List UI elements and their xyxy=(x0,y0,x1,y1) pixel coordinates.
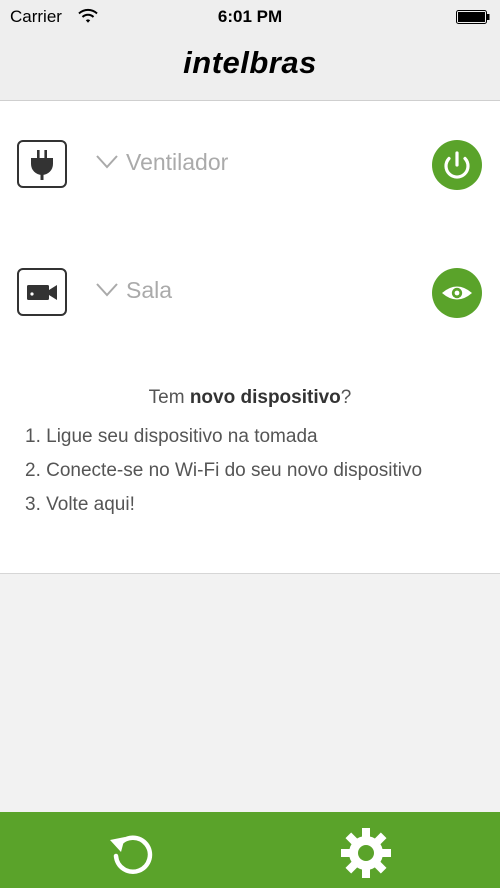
headline-bold: novo dispositivo xyxy=(189,387,341,408)
headline-prefix: Tem xyxy=(148,387,190,408)
battery-icon xyxy=(456,9,490,24)
device-row-ventilador[interactable]: Ventilador xyxy=(0,101,500,230)
power-button[interactable] xyxy=(432,140,482,190)
clock: 6:01 PM xyxy=(217,7,283,26)
power-icon xyxy=(444,151,470,179)
chevron-down-icon[interactable] xyxy=(96,155,118,174)
step-item: 1. Ligue seu dispositivo na tomada xyxy=(25,426,318,447)
nav-bar: intelbras xyxy=(0,34,500,101)
refresh-button[interactable] xyxy=(105,825,161,881)
headline-suffix: ? xyxy=(340,387,352,408)
plug-icon xyxy=(17,140,67,188)
status-bar: Carrier 6:01 PM xyxy=(0,0,500,34)
step-item: 3. Volte aqui! xyxy=(25,494,135,515)
eye-icon xyxy=(442,286,472,300)
device-row-sala[interactable]: Sala xyxy=(0,229,500,358)
device-label: Sala xyxy=(126,277,173,303)
step-item: 2. Conecte-se no Wi-Fi do seu novo dispo… xyxy=(25,460,423,481)
view-button[interactable] xyxy=(432,268,482,318)
settings-button[interactable] xyxy=(338,825,394,881)
device-label: Ventilador xyxy=(126,149,229,175)
refresh-icon xyxy=(110,835,153,874)
gear-icon xyxy=(341,828,391,878)
camera-icon xyxy=(17,268,67,316)
info-headline: Tem novo dispositivo? xyxy=(0,387,500,409)
brand-logo: intelbras xyxy=(183,45,317,80)
new-device-info: Tem novo dispositivo? 1. Ligue seu dispo… xyxy=(0,357,500,574)
chevron-down-icon[interactable] xyxy=(96,283,118,302)
bottom-tab-bar xyxy=(0,812,500,888)
setup-steps: 1. Ligue seu dispositivo na tomada 2. Co… xyxy=(25,421,465,523)
